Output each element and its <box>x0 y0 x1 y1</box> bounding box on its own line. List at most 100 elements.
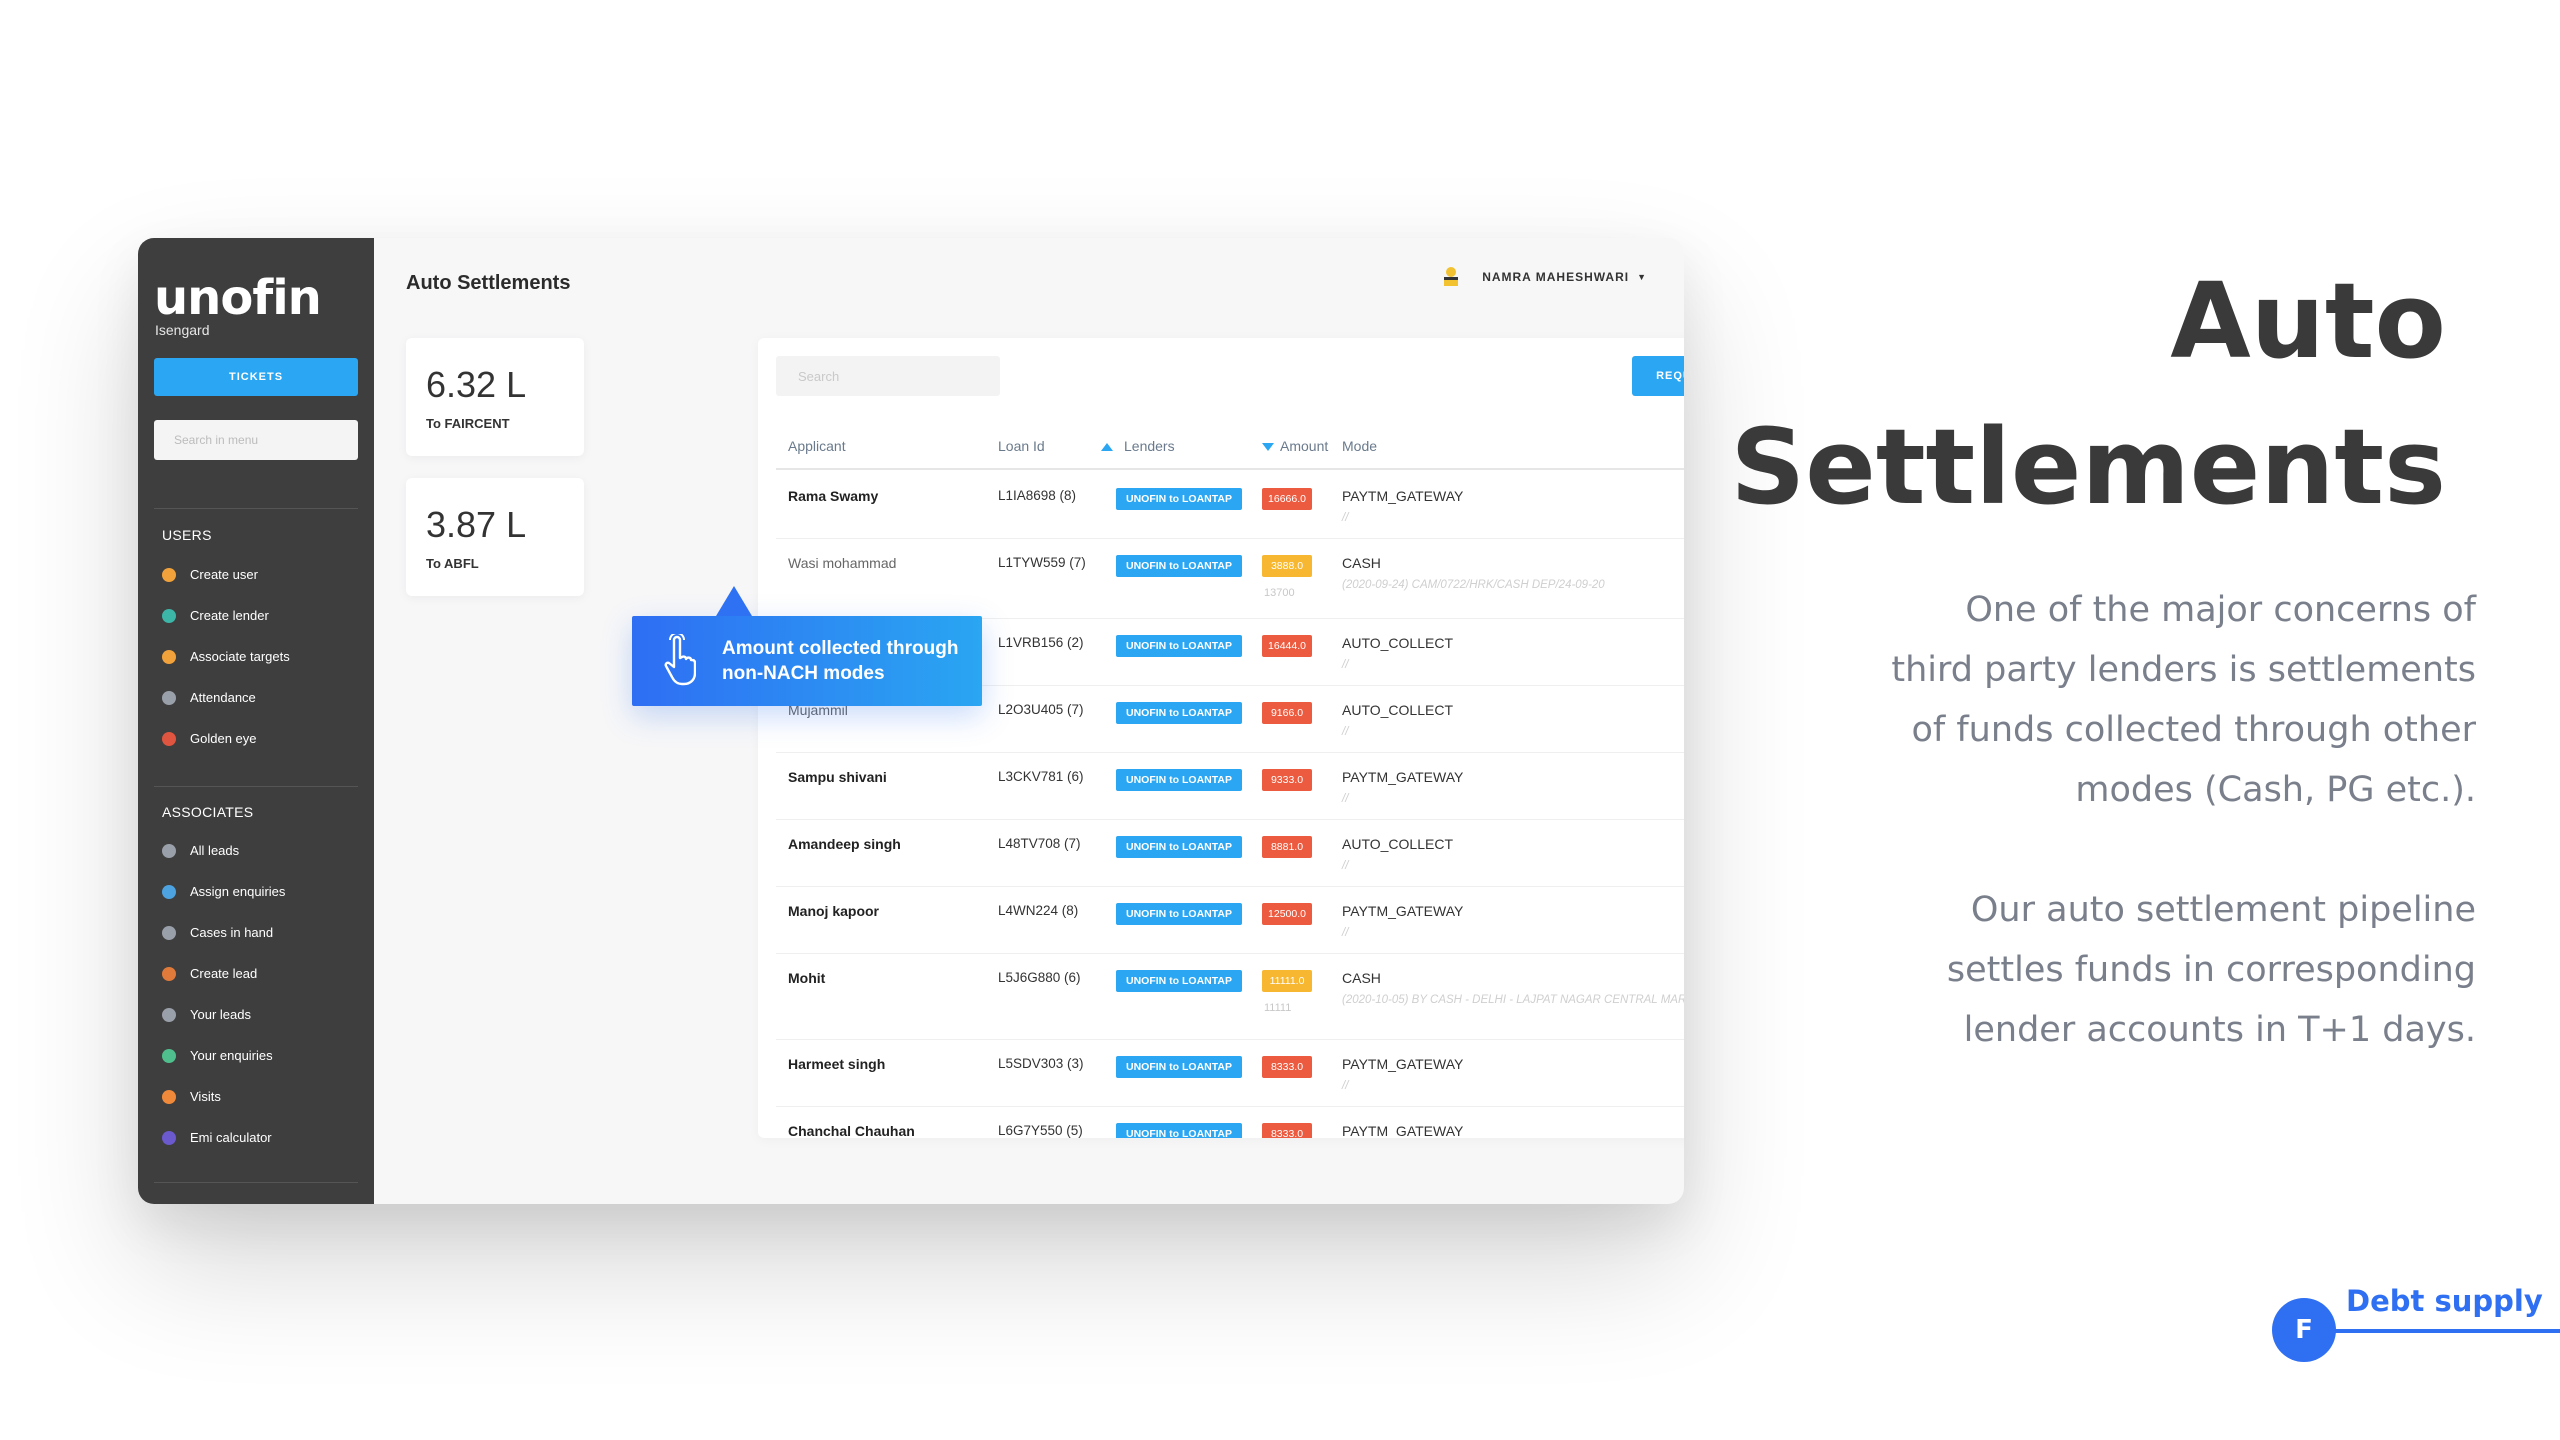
applicant-name: Harmeet singh <box>788 1056 886 1072</box>
settlements-panel: REQUEST OTP Applicant Loan Id Lenders Am… <box>758 338 1684 1138</box>
mode-detail: // <box>1342 793 1349 805</box>
mode-detail: // <box>1342 860 1349 872</box>
column-lenders[interactable]: Lenders <box>1124 438 1175 454</box>
attendance-icon <box>162 690 176 705</box>
applicant-name: Rama Swamy <box>788 488 879 504</box>
request-otp-button[interactable]: REQUEST OTP <box>1632 356 1684 396</box>
sidebar-item-label: Golden eye <box>190 731 257 746</box>
column-amount[interactable]: Amount <box>1280 438 1328 454</box>
table-row[interactable]: Chanchal Chauhan L6G7Y550 (5) UNOFIN to LO… <box>776 1107 1684 1138</box>
amount-badge: 9166.0 <box>1262 702 1312 724</box>
table-row[interactable]: Mohit L5J6G880 (6) UNOFIN to LOANTAP 11111.… <box>776 954 1684 1040</box>
app-window: unofin Isengard TICKETS USERS Create use… <box>138 238 1684 1204</box>
sidebar-item[interactable]: Cases in hand <box>162 912 285 953</box>
applicant-name: Amandeep singh <box>788 836 901 852</box>
create-lead-icon <box>162 966 176 981</box>
sidebar-item-label: Cases in hand <box>190 925 274 940</box>
sidebar-item[interactable]: Create user <box>162 554 290 595</box>
loan-id: L2O3U405 (7) <box>998 702 1084 717</box>
loan-id: L4WN224 (8) <box>998 903 1079 918</box>
search-input[interactable] <box>776 356 1000 396</box>
payment-mode: AUTO_COLLECT <box>1342 635 1453 651</box>
paragraph-line: One of the major concerns of <box>1965 590 2476 630</box>
divider <box>154 508 358 509</box>
applicant-name: Manoj kapoor <box>788 903 880 919</box>
loan-id: L6G7Y550 (5) <box>998 1123 1083 1138</box>
table-body: Rama Swamy L1IA8698 (8) UNOFIN to LOANTAP 1… <box>776 472 1684 1138</box>
sidebar-item[interactable]: Associate targets <box>162 636 290 677</box>
sidebar-item[interactable]: Attendance <box>162 677 290 718</box>
paragraph-line: Our auto settlement pipeline <box>1970 890 2476 930</box>
amount-badge: 16666.0 <box>1262 488 1312 510</box>
mode-detail: // <box>1342 1080 1349 1092</box>
sort-descending-icon[interactable] <box>1262 443 1274 451</box>
amount-badge: 9333.0 <box>1262 769 1312 791</box>
table-header: Applicant Loan Id Lenders Amount Mode <box>776 426 1684 470</box>
stat-value: 3.87 L <box>426 504 527 545</box>
paragraph-line: modes (Cash, PG etc.). <box>2075 770 2476 810</box>
main-content: Auto Settlements NAMRA MAHESHWARI ▼ 6.32… <box>374 238 1684 1204</box>
tooltip-text: Amount collected through non-NACH modes <box>722 636 958 686</box>
lender-badge: UNOFIN to LOANTAP <box>1116 903 1242 925</box>
your-leads-icon <box>162 1007 176 1022</box>
table-row[interactable]: Manoj kapoor L4WN224 (8) UNOFIN to LOANTAP… <box>776 887 1684 954</box>
eye-icon <box>162 731 176 746</box>
sidebar-item-label: All leads <box>190 843 240 858</box>
sidebar-item[interactable]: Create lead <box>162 953 285 994</box>
mode-detail: (2020-10-05) BY CASH - DELHI - LAJPAT NA… <box>1342 994 1684 1006</box>
slide: unofin Isengard TICKETS USERS Create use… <box>0 0 2560 1440</box>
loan-id: L3CKV781 (6) <box>998 769 1084 784</box>
logo: unofin <box>154 270 322 326</box>
sort-ascending-icon[interactable] <box>1101 443 1113 451</box>
hand-pointer-icon <box>664 634 696 686</box>
stat-label: To FAIRCENT <box>426 416 510 431</box>
sidebar-item[interactable]: Emi calculator <box>162 1117 285 1158</box>
amount-badge: 3888.0 <box>1262 555 1312 577</box>
column-loan-id[interactable]: Loan Id <box>998 438 1045 454</box>
user-name: NAMRA MAHESHWARI <box>1482 270 1630 284</box>
lender-badge: UNOFIN to LOANTAP <box>1116 635 1242 657</box>
table-row[interactable]: Wasi mohammad L1TYW559 (7) UNOFIN to LOANT… <box>776 539 1684 619</box>
payment-mode: AUTO_COLLECT <box>1342 836 1453 852</box>
sidebar-item-label: Assign enquiries <box>190 884 286 899</box>
assign-icon <box>162 884 176 899</box>
sidebar-item[interactable]: Visits <box>162 1076 285 1117</box>
chevron-down-icon: ▼ <box>1637 272 1646 282</box>
divider <box>154 1182 358 1183</box>
mode-detail: // <box>1342 726 1349 738</box>
user-menu[interactable]: NAMRA MAHESHWARI ▼ <box>1442 266 1646 288</box>
column-applicant[interactable]: Applicant <box>788 438 846 454</box>
logo-subtitle: Isengard <box>155 322 210 338</box>
mode-detail: // <box>1342 512 1349 524</box>
page-title: Auto Settlements <box>406 272 571 294</box>
sidebar-item[interactable]: Golden eye <box>162 718 290 759</box>
column-mode[interactable]: Mode <box>1342 438 1377 454</box>
menu-search-input[interactable] <box>154 420 358 460</box>
mode-detail: // <box>1342 659 1349 671</box>
user-avatar-icon <box>1444 267 1459 286</box>
table-row[interactable]: Rama Swamy L1IA8698 (8) UNOFIN to LOANTAP 1… <box>776 472 1684 539</box>
applicant-name: Chanchal Chauhan <box>788 1123 915 1138</box>
lender-badge: UNOFIN to LOANTAP <box>1116 769 1242 791</box>
sidebar-item[interactable]: Assign enquiries <box>162 871 285 912</box>
tooltip-line-2: non-NACH modes <box>722 663 885 684</box>
info-tooltip: Amount collected through non-NACH modes <box>632 586 982 706</box>
calculator-icon <box>162 1130 176 1145</box>
table-row[interactable]: Harmeet singh L5SDV303 (3) UNOFIN to LOANT… <box>776 1040 1684 1107</box>
stat-label: To ABFL <box>426 556 479 571</box>
amount-badge: 8881.0 <box>1262 836 1312 858</box>
user-icon <box>162 567 176 582</box>
sidebar-item[interactable]: All leads <box>162 830 285 871</box>
sidebar-item[interactable]: Your leads <box>162 994 285 1035</box>
stat-value: 6.32 L <box>426 364 527 405</box>
table-row[interactable]: Sampu shivani L3CKV781 (6) UNOFIN to LOANT… <box>776 753 1684 820</box>
table-row[interactable]: Amandeep singh L48TV708 (7) UNOFIN to LOAN… <box>776 820 1684 887</box>
loan-id: L1TYW559 (7) <box>998 555 1086 570</box>
sidebar-item[interactable]: Create lender <box>162 595 290 636</box>
sidebar-item-label: Attendance <box>190 690 256 705</box>
sidebar: unofin Isengard TICKETS USERS Create use… <box>138 238 374 1204</box>
hero-title: Auto Settlements <box>1730 248 2446 540</box>
divider <box>154 786 358 787</box>
sidebar-item[interactable]: Your enquiries <box>162 1035 285 1076</box>
tickets-button[interactable]: TICKETS <box>154 358 358 396</box>
